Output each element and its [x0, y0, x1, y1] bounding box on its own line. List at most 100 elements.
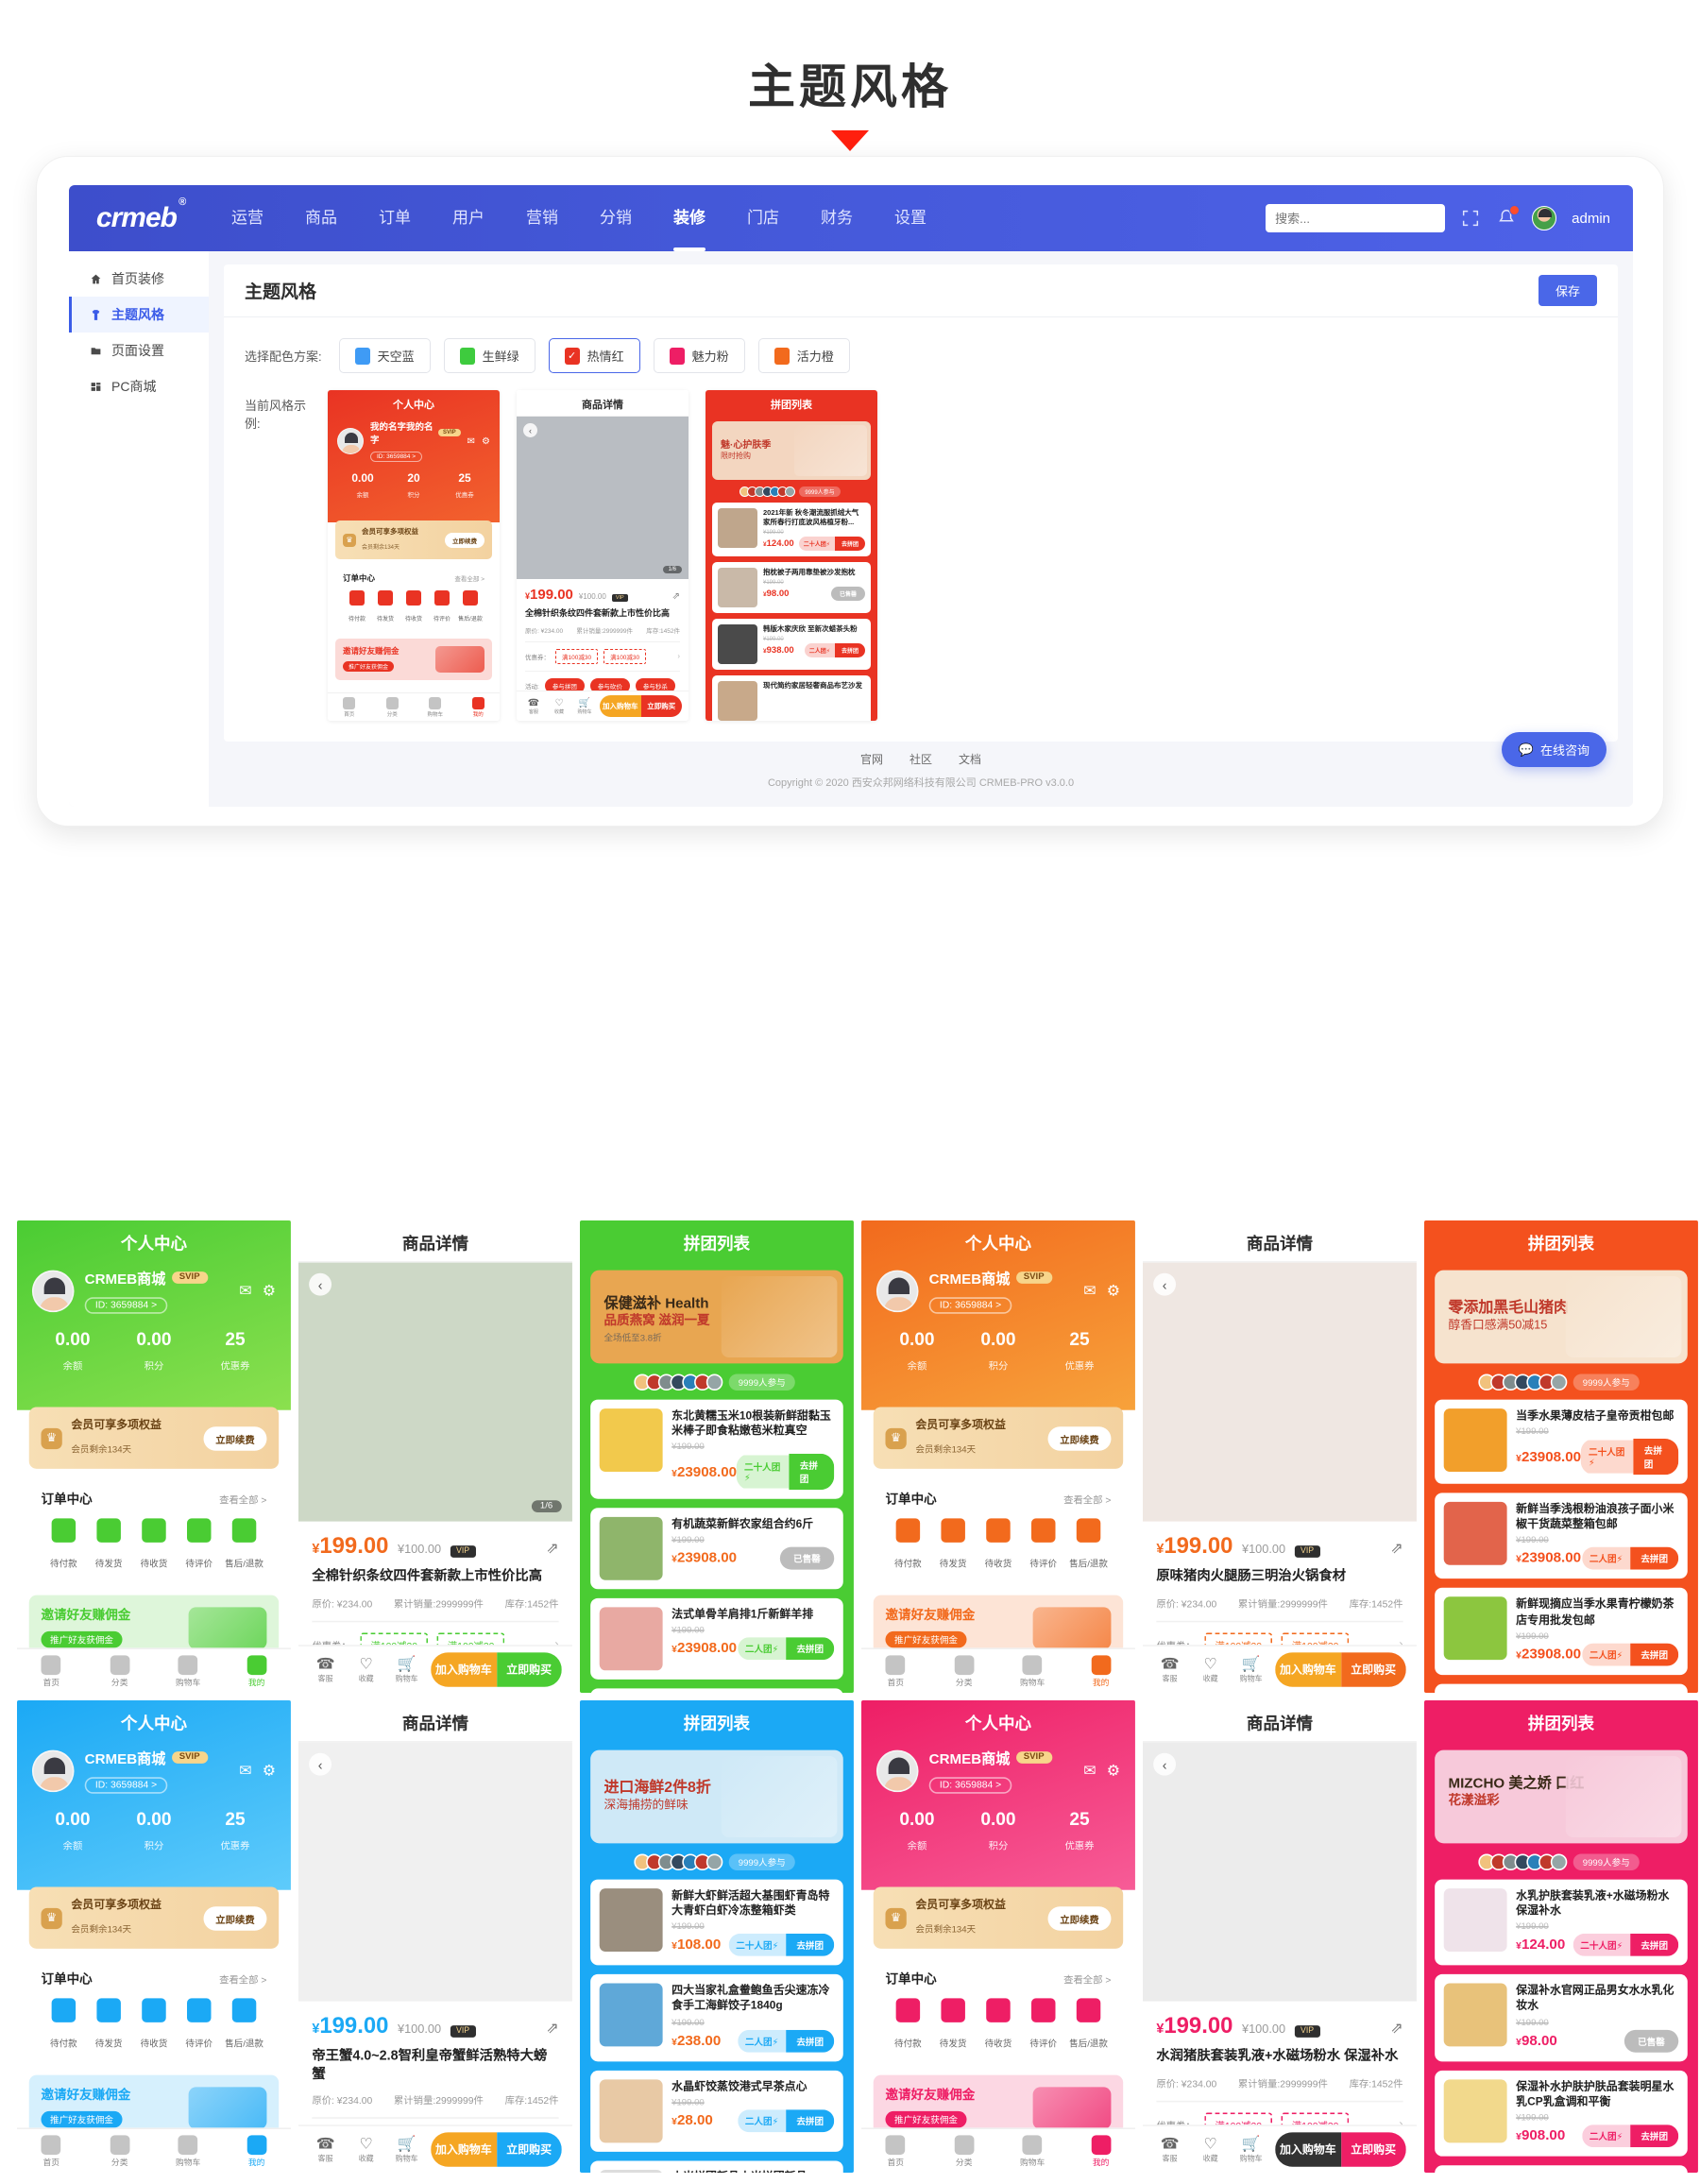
promo-banner[interactable]: MIZCHO 美之娇 口红 花漾溢彩 [1435, 1749, 1688, 1844]
message-icon[interactable]: ✉ [1083, 1283, 1096, 1300]
bottom-icon-1[interactable]: ♡ 收藏 [1194, 2136, 1227, 2163]
promo-banner[interactable]: 零添加黑毛山猪肉 醇香口感满50减15 [1435, 1270, 1688, 1364]
stat-points[interactable]: 0.00 积分 [113, 1809, 195, 1857]
stat-points[interactable]: 0.00 积分 [958, 1329, 1039, 1377]
product-image[interactable]: ‹ 1/6 [298, 1262, 572, 1522]
nav-item-6[interactable]: 装修 [653, 185, 726, 251]
gear-icon[interactable]: ⚙ [263, 1283, 276, 1300]
go-group-button[interactable]: 二人团⚡ 去拼团 [1581, 2124, 1679, 2147]
tab-0[interactable]: 首页 [328, 696, 371, 718]
order-item-2[interactable]: 待收货 [131, 1998, 177, 2054]
nav-item-8[interactable]: 财务 [800, 185, 874, 251]
stat-balance[interactable]: 0.00 余额 [32, 1809, 113, 1857]
message-icon[interactable]: ✉ [468, 436, 475, 447]
invite-banner[interactable]: 邀请好友赚佣金 推广好友获佣金 [335, 639, 492, 680]
group-item-2[interactable]: 法式单骨羊肩排1斤新鲜羊排 ¥199.00 ¥23908.00 二人团⚡ 去拼团 [590, 1598, 843, 1681]
stat-points[interactable]: 20 积分 [388, 471, 439, 502]
thumb-product-detail-blue[interactable]: 商品详情 ‹ ¥199.00 ¥100.00 VIP ⇗ 帝王蟹4.0~2.8智… [298, 1700, 572, 2173]
nav-item-7[interactable]: 门店 [726, 185, 800, 251]
product-image[interactable]: ‹ [1143, 1742, 1417, 2002]
preview-group-list[interactable]: 拼团列表 魅·心护肤季 限时抢购 9999人参与 2021年新 秋冬潮流服抓绒大… [706, 390, 877, 721]
group-item-3[interactable]: 现代简约家居轻奢商品布艺沙发 [712, 675, 871, 721]
gear-icon[interactable]: ⚙ [1107, 1763, 1120, 1780]
group-item-0[interactable]: 水乳护肤套装乳液+水磁场粉水 保湿补水 ¥199.00 ¥124.00 二十人团… [1435, 1879, 1688, 1966]
thumb-group-list-blue[interactable]: 拼团列表 进口海鲜2件8折 深海捕捞的鲜味 9999人参与 新鲜大虾鲜活超大基围… [580, 1700, 854, 2173]
bottom-icon-0[interactable]: ☎ 客服 [1153, 2136, 1186, 2163]
group-item-3[interactable]: 小米拼团新品小米拼团新品 [590, 2159, 843, 2173]
add-to-cart-button[interactable]: 加入购物车 [1275, 1652, 1341, 1687]
go-group-button[interactable]: 二人团⚡ 去拼团 [1581, 1547, 1679, 1571]
sidebar-item-1[interactable]: 主题风格 [69, 297, 209, 333]
product-image[interactable]: ‹ [1143, 1262, 1417, 1522]
vip-banner[interactable]: ♛ 会员可享多项权益 会员剩余134天 立即续费 [873, 1886, 1124, 1949]
bottom-icon-1[interactable]: ♡ 收藏 [1194, 1656, 1227, 1683]
go-group-button[interactable]: 二十人团⚡ 去拼团 [728, 1934, 835, 1957]
vip-banner[interactable]: ♛ 会员可享多项权益 会员剩余134天 立即续费 [28, 1407, 280, 1469]
stat-coupon[interactable]: 25 优惠券 [439, 471, 490, 502]
bottom-icon-1[interactable]: ♡ 收藏 [349, 1656, 382, 1683]
order-item-0[interactable]: 待付款 [41, 1518, 86, 1574]
order-item-3[interactable]: 待评价 [1021, 1518, 1066, 1574]
add-to-cart-button[interactable]: 加入购物车 [600, 695, 641, 717]
share-icon[interactable]: ⇗ [672, 591, 680, 602]
tab-2[interactable]: 购物车 [998, 2134, 1066, 2168]
order-item-4[interactable]: 售后/退款 [222, 1518, 267, 1574]
tab-3[interactable]: 我的 [222, 2134, 290, 2168]
order-item-0[interactable]: 待付款 [41, 1998, 86, 2054]
nav-item-4[interactable]: 营销 [505, 185, 579, 251]
brand-logo[interactable]: crmeb ® [69, 196, 211, 234]
scheme-option-2[interactable]: ✓ 热情红 [548, 338, 640, 373]
nav-item-3[interactable]: 用户 [432, 185, 505, 251]
bottom-icon-0[interactable]: ☎ 客服 [1153, 1656, 1186, 1683]
tab-1[interactable]: 分类 [929, 2134, 997, 2168]
order-item-3[interactable]: 待评价 [428, 590, 456, 625]
group-item-2[interactable]: 韩版木家庆欣 至新次蜡茶头粉 ¥199.00 ¥938.00 二人团⚡ 去拼团 [712, 619, 871, 671]
bottom-icon-0[interactable]: ☎ 客服 [309, 2136, 342, 2163]
add-to-cart-button[interactable]: 加入购物车 [431, 2132, 497, 2167]
stat-coupon[interactable]: 25 优惠券 [195, 1809, 276, 1857]
thumb-group-list-green[interactable]: 拼团列表 保健滋补 Health 品质燕窝 滋润一夏 全场低至3.8折 9999… [580, 1220, 854, 1693]
thumb-product-detail-pink[interactable]: 商品详情 ‹ ¥199.00 ¥100.00 VIP ⇗ 水润猪肤套装乳液+水磁… [1143, 1700, 1417, 2173]
avatar[interactable] [31, 1270, 75, 1313]
thumb-user-center-blue[interactable]: 个人中心 CRMEB商城 SVIP ID: 3659884 > ✉ ⚙ 0.00 余… [17, 1700, 291, 2173]
go-group-button[interactable]: 二人团⚡ 去拼团 [1581, 1643, 1679, 1665]
group-item-1[interactable]: 保湿补水官网正品男女水水乳化妆水 ¥199.00 ¥98.00 已售罄 [1435, 1974, 1688, 2061]
go-group-button[interactable]: 二十人团⚡ 去拼团 [737, 1454, 835, 1491]
product-image[interactable]: ‹ 1/6 [517, 417, 688, 579]
order-item-3[interactable]: 待评价 [1021, 1998, 1066, 2054]
tab-2[interactable]: 购物车 [414, 696, 457, 718]
search-box[interactable] [1266, 204, 1446, 232]
buy-now-button[interactable]: 立即购买 [1340, 2132, 1406, 2167]
stat-balance[interactable]: 0.00 余额 [876, 1809, 958, 1857]
bottom-icon-2[interactable]: 🛒 购物车 [574, 698, 595, 715]
stat-coupon[interactable]: 25 优惠券 [195, 1329, 276, 1377]
order-item-4[interactable]: 售后/退款 [222, 1998, 267, 2054]
message-icon[interactable]: ✉ [239, 1283, 251, 1300]
sidebar-item-3[interactable]: PC商城 [69, 368, 209, 404]
stat-balance[interactable]: 0.00 余额 [876, 1329, 958, 1377]
nav-item-9[interactable]: 设置 [874, 185, 947, 251]
thumb-product-detail-green[interactable]: 商品详情 ‹ 1/6 ¥199.00 ¥100.00 VIP ⇗ 全棉针织条纹四… [298, 1220, 572, 1693]
preview-user-center[interactable]: 个人中心 我的名字我的名字 SVIP ID: 3659884 > ✉ ⚙ 0.00… [328, 390, 500, 721]
bell-icon[interactable] [1496, 205, 1521, 229]
stat-balance[interactable]: 0.00 余额 [337, 471, 388, 502]
renew-button[interactable]: 立即续费 [1047, 1425, 1112, 1450]
group-item-2[interactable]: 水晶虾饺蒸饺港式早茶点心 ¥199.00 ¥28.00 二人团⚡ 去拼团 [590, 2070, 843, 2152]
product-image[interactable]: ‹ [298, 1742, 572, 2002]
renew-button[interactable]: 立即续费 [203, 1425, 267, 1450]
sidebar-item-2[interactable]: 页面设置 [69, 333, 209, 368]
vip-banner[interactable]: ♛ 会员可享多项权益 会员剩余134天 立即续费 [28, 1886, 280, 1949]
order-item-3[interactable]: 待评价 [177, 1518, 222, 1574]
order-view-all[interactable]: 查看全部 > [219, 1492, 266, 1507]
group-item-0[interactable]: 东北黄糯玉米10根装新鲜甜黏玉米棒子即食粘嫩苞米粒真空 ¥199.00 ¥239… [590, 1399, 843, 1500]
share-icon[interactable]: ⇗ [546, 2021, 558, 2038]
group-item-0[interactable]: 2021年新 秋冬潮流服抓绒大气 家所春行打底波风格植牙粉... ¥199.00… [712, 503, 871, 557]
user-name[interactable]: admin [1572, 211, 1610, 227]
buy-now-button[interactable]: 立即购买 [1340, 1652, 1406, 1687]
tab-3[interactable]: 我的 [222, 1654, 290, 1688]
order-view-all[interactable]: 查看全部 > [1063, 1971, 1111, 1987]
order-view-all[interactable]: 查看全部 > [454, 573, 484, 583]
order-item-3[interactable]: 待评价 [177, 1998, 222, 2054]
stat-coupon[interactable]: 25 优惠券 [1039, 1809, 1120, 1857]
group-item-1[interactable]: 有机蔬菜新鲜农家组合约6斤 ¥199.00 ¥23908.00 已售罄 [590, 1508, 843, 1590]
